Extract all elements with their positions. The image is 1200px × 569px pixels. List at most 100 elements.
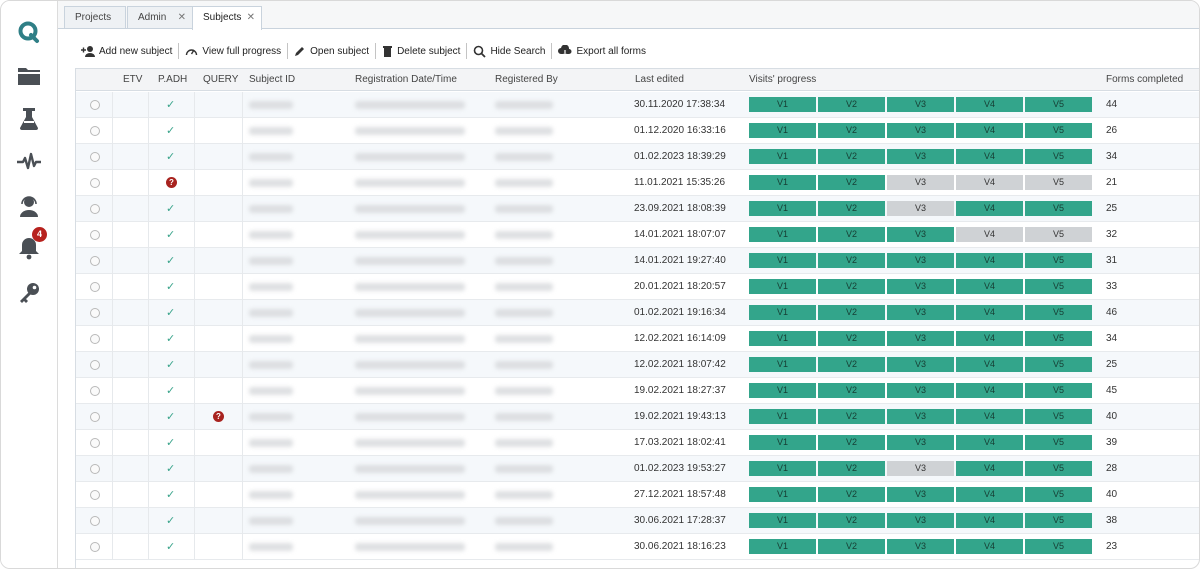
visit-badge-v5[interactable]: V5 [1025, 409, 1092, 424]
visit-badge-v3[interactable]: V3 [887, 305, 954, 320]
visit-badge-v1[interactable]: V1 [749, 253, 816, 268]
row-select-radio[interactable] [90, 386, 100, 396]
visit-badge-v3[interactable]: V3 [887, 487, 954, 502]
visit-badge-v5[interactable]: V5 [1025, 331, 1092, 346]
table-row[interactable]: ✓? 19.02.2021 19:43:13 V1 V2 V3 V4 V5 40 [76, 404, 1199, 430]
visit-badge-v1[interactable]: V1 [749, 461, 816, 476]
column-header-subject-id[interactable]: Subject ID [249, 69, 295, 91]
table-row[interactable]: ✓ 30.06.2021 17:28:37 V1 V2 V3 V4 V5 38 [76, 508, 1199, 534]
table-row[interactable]: ✓ 01.02.2023 18:39:29 V1 V2 V3 V4 V5 34 [76, 144, 1199, 170]
visit-badge-v5[interactable]: V5 [1025, 279, 1092, 294]
support-agent-icon[interactable] [15, 192, 43, 220]
table-row[interactable]: ✓ 01.02.2023 19:53:27 V1 V2 V3 V4 V5 28 [76, 456, 1199, 482]
table-row[interactable]: ✓ 23.09.2021 18:08:39 V1 V2 V3 V4 V5 25 [76, 196, 1199, 222]
row-select-radio[interactable] [90, 178, 100, 188]
visit-badge-v1[interactable]: V1 [749, 123, 816, 138]
visit-badge-v1[interactable]: V1 [749, 435, 816, 450]
visit-badge-v1[interactable]: V1 [749, 539, 816, 554]
visit-badge-v3[interactable]: V3 [887, 513, 954, 528]
visit-badge-v5[interactable]: V5 [1025, 357, 1092, 372]
add-subject-button[interactable]: Add new subject [75, 41, 178, 61]
visit-badge-v5[interactable]: V5 [1025, 175, 1092, 190]
visit-badge-v2[interactable]: V2 [818, 331, 885, 346]
row-select-radio[interactable] [90, 152, 100, 162]
visit-badge-v2[interactable]: V2 [818, 513, 885, 528]
visit-badge-v3[interactable]: V3 [887, 97, 954, 112]
visit-badge-v2[interactable]: V2 [818, 383, 885, 398]
table-row[interactable]: ✓ 20.01.2021 18:20:57 V1 V2 V3 V4 V5 33 [76, 274, 1199, 300]
visit-badge-v5[interactable]: V5 [1025, 461, 1092, 476]
key-icon[interactable] [15, 279, 43, 307]
export-forms-button[interactable]: Export all forms [552, 41, 651, 61]
visit-badge-v3[interactable]: V3 [887, 149, 954, 164]
row-select-radio[interactable] [90, 204, 100, 214]
visit-badge-v5[interactable]: V5 [1025, 435, 1092, 450]
table-row[interactable]: ✓ 17.03.2021 18:02:41 V1 V2 V3 V4 V5 39 [76, 430, 1199, 456]
visit-badge-v5[interactable]: V5 [1025, 149, 1092, 164]
visit-badge-v4[interactable]: V4 [956, 487, 1023, 502]
row-select-radio[interactable] [90, 256, 100, 266]
visit-badge-v4[interactable]: V4 [956, 513, 1023, 528]
visit-badge-v1[interactable]: V1 [749, 305, 816, 320]
table-row[interactable]: ✓ 14.01.2021 19:27:40 V1 V2 V3 V4 V5 31 [76, 248, 1199, 274]
visit-badge-v3[interactable]: V3 [887, 175, 954, 190]
visit-badge-v4[interactable]: V4 [956, 279, 1023, 294]
visit-badge-v4[interactable]: V4 [956, 409, 1023, 424]
visit-badge-v2[interactable]: V2 [818, 305, 885, 320]
visit-badge-v5[interactable]: V5 [1025, 539, 1092, 554]
view-progress-button[interactable]: View full progress [179, 41, 287, 61]
table-row[interactable]: ✓ 14.01.2021 18:07:07 V1 V2 V3 V4 V5 32 [76, 222, 1199, 248]
visit-badge-v1[interactable]: V1 [749, 279, 816, 294]
visit-badge-v4[interactable]: V4 [956, 123, 1023, 138]
visit-badge-v3[interactable]: V3 [887, 123, 954, 138]
question-icon[interactable]: ? [166, 177, 177, 188]
visit-badge-v2[interactable]: V2 [818, 357, 885, 372]
visit-badge-v2[interactable]: V2 [818, 97, 885, 112]
delete-subject-button[interactable]: Delete subject [376, 41, 466, 61]
visit-badge-v3[interactable]: V3 [887, 435, 954, 450]
column-header-forms-completed[interactable]: Forms completed [1106, 69, 1183, 91]
table-row[interactable]: ✓ 12.02.2021 18:07:42 V1 V2 V3 V4 V5 25 [76, 352, 1199, 378]
column-header-padh[interactable]: P.ADH [158, 69, 187, 91]
visit-badge-v2[interactable]: V2 [818, 123, 885, 138]
visit-badge-v4[interactable]: V4 [956, 175, 1023, 190]
hide-search-button[interactable]: Hide Search [467, 41, 551, 61]
table-row[interactable]: ✓ 01.12.2020 16:33:16 V1 V2 V3 V4 V5 26 [76, 118, 1199, 144]
visit-badge-v4[interactable]: V4 [956, 201, 1023, 216]
visit-badge-v3[interactable]: V3 [887, 253, 954, 268]
row-select-radio[interactable] [90, 464, 100, 474]
close-icon[interactable]: ✕ [178, 7, 186, 28]
visit-badge-v2[interactable]: V2 [818, 253, 885, 268]
visit-badge-v2[interactable]: V2 [818, 175, 885, 190]
table-row[interactable]: ✓ 30.06.2021 18:16:23 V1 V2 V3 V4 V5 23 [76, 534, 1199, 560]
visit-badge-v4[interactable]: V4 [956, 331, 1023, 346]
row-select-radio[interactable] [90, 308, 100, 318]
column-header-registered-by[interactable]: Registered By [495, 69, 558, 91]
visit-badge-v1[interactable]: V1 [749, 487, 816, 502]
visit-badge-v1[interactable]: V1 [749, 149, 816, 164]
table-row[interactable]: ✓ 01.02.2021 19:16:34 V1 V2 V3 V4 V5 46 [76, 300, 1199, 326]
visit-badge-v4[interactable]: V4 [956, 149, 1023, 164]
row-select-radio[interactable] [90, 438, 100, 448]
visit-badge-v2[interactable]: V2 [818, 409, 885, 424]
visit-badge-v4[interactable]: V4 [956, 539, 1023, 554]
row-select-radio[interactable] [90, 230, 100, 240]
visit-badge-v3[interactable]: V3 [887, 383, 954, 398]
visit-badge-v1[interactable]: V1 [749, 97, 816, 112]
visit-badge-v3[interactable]: V3 [887, 227, 954, 242]
visit-badge-v5[interactable]: V5 [1025, 513, 1092, 528]
tab-projects[interactable]: Projects [64, 6, 126, 28]
column-header-query[interactable]: QUERY [203, 69, 238, 91]
visit-badge-v5[interactable]: V5 [1025, 487, 1092, 502]
visit-badge-v5[interactable]: V5 [1025, 253, 1092, 268]
visit-badge-v1[interactable]: V1 [749, 201, 816, 216]
visit-badge-v2[interactable]: V2 [818, 539, 885, 554]
column-header-registration-date[interactable]: Registration Date/Time [355, 69, 457, 91]
question-icon[interactable]: ? [213, 411, 224, 422]
close-icon[interactable]: ✕ [247, 7, 255, 28]
visit-badge-v4[interactable]: V4 [956, 357, 1023, 372]
row-select-radio[interactable] [90, 542, 100, 552]
visit-badge-v2[interactable]: V2 [818, 279, 885, 294]
tab-admin[interactable]: Admin ✕ [127, 6, 193, 28]
visit-badge-v2[interactable]: V2 [818, 227, 885, 242]
